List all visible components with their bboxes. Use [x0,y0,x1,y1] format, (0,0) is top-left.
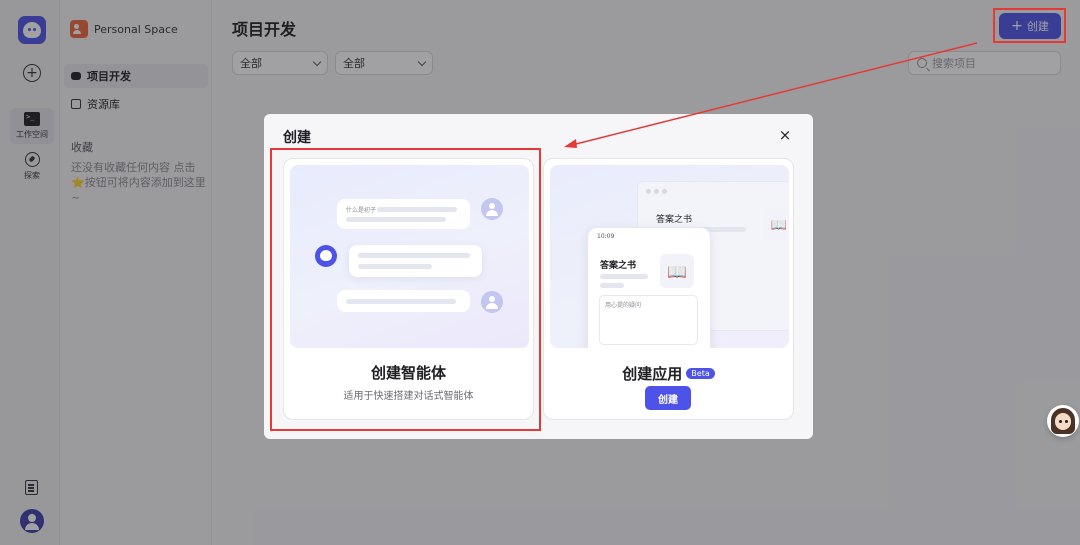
assistant-avatar[interactable] [1047,405,1079,437]
annotation-arrow [564,42,978,148]
